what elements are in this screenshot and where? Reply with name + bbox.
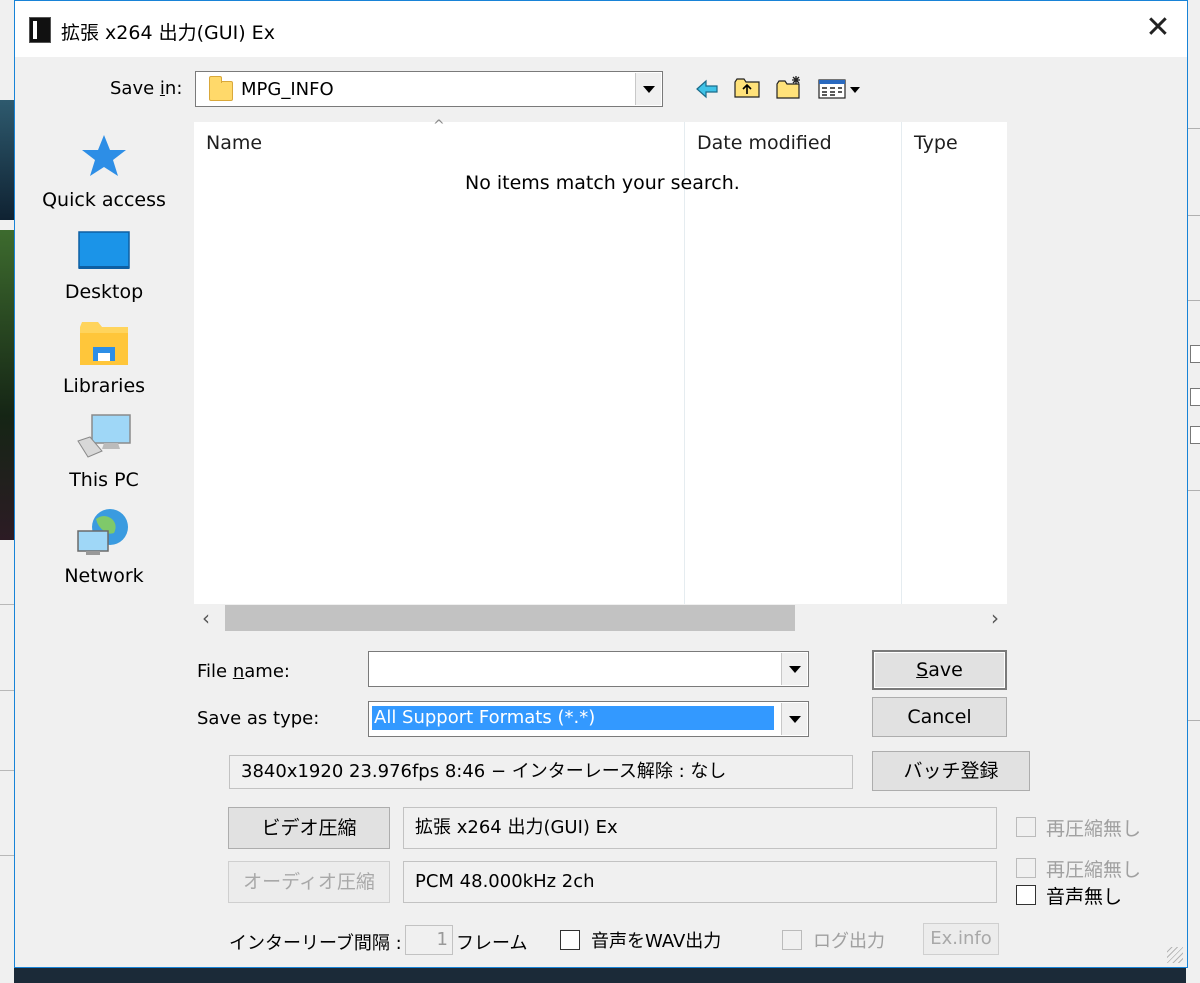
- background-thumbnail: [0, 100, 14, 220]
- up-folder-icon[interactable]: [733, 75, 761, 99]
- place-desktop[interactable]: Desktop: [39, 229, 169, 303]
- place-network[interactable]: Network: [39, 505, 169, 587]
- scroll-right-icon[interactable]: ›: [991, 606, 999, 630]
- file-name-input[interactable]: [368, 651, 809, 687]
- audio-no-recompress-checkbox[interactable]: [1016, 858, 1036, 878]
- background-divider: [1188, 490, 1200, 491]
- scrollbar-thumb[interactable]: [225, 605, 795, 631]
- resize-grip[interactable]: [1167, 947, 1183, 963]
- place-label: Network: [64, 565, 144, 587]
- cancel-button[interactable]: Cancel: [872, 697, 1007, 737]
- save-button[interactable]: Save: [872, 650, 1007, 690]
- file-name-label: File name:: [197, 661, 290, 682]
- background-control: [1190, 388, 1200, 406]
- place-label: Desktop: [64, 281, 144, 303]
- scroll-left-icon[interactable]: ‹: [202, 606, 210, 630]
- video-no-recompress-checkbox[interactable]: [1016, 817, 1036, 837]
- column-divider[interactable]: [684, 122, 685, 604]
- computer-icon: [77, 414, 131, 458]
- title-bar[interactable]: 拡張 x264 出力(GUI) Ex ✕: [15, 1, 1187, 57]
- background-divider: [1188, 720, 1200, 721]
- horizontal-scrollbar[interactable]: ‹ ›: [194, 604, 1007, 632]
- place-label: Quick access: [42, 189, 166, 211]
- place-this-pc[interactable]: This PC: [39, 411, 169, 491]
- background-divider: [0, 604, 14, 605]
- save-in-dropdown[interactable]: MPG_INFO: [195, 71, 663, 107]
- save-in-label: Save in:: [110, 78, 183, 99]
- save-as-type-label: Save as type:: [197, 708, 320, 729]
- view-menu-icon[interactable]: [817, 77, 865, 101]
- save-as-type-value: All Support Formats (*.*): [372, 706, 774, 730]
- audio-codec-field: PCM 48.000kHz 2ch: [403, 861, 997, 903]
- background-app-right-edge: [1186, 0, 1200, 983]
- wav-output-label: 音声をWAV出力: [591, 931, 722, 952]
- column-header-name[interactable]: Name: [206, 132, 262, 154]
- sort-ascending-icon: ^: [433, 118, 445, 134]
- background-control: [1190, 426, 1200, 444]
- background-thumbnail: [0, 230, 14, 540]
- save-as-type-dropdown[interactable]: All Support Formats (*.*): [368, 701, 809, 737]
- place-quick-access[interactable]: Quick access: [39, 131, 169, 211]
- no-audio-label: 音声無し: [1046, 886, 1123, 908]
- video-no-recompress-label: 再圧縮無し: [1046, 818, 1142, 840]
- log-output-checkbox[interactable]: [782, 930, 802, 950]
- interleave-input[interactable]: 1: [405, 925, 453, 955]
- background-control: [1190, 345, 1200, 363]
- window-title: 拡張 x264 出力(GUI) Ex: [61, 22, 275, 44]
- column-divider[interactable]: [901, 122, 902, 604]
- star-icon: [82, 135, 126, 176]
- video-codec-field: 拡張 x264 出力(GUI) Ex: [403, 807, 997, 849]
- interleave-unit-label: フレーム: [456, 933, 528, 954]
- save-dialog: 拡張 x264 出力(GUI) Ex ✕ Save in: MPG_INFO Q…: [14, 0, 1188, 968]
- place-label: This PC: [69, 469, 139, 491]
- audio-compress-button[interactable]: オーディオ圧縮: [228, 861, 390, 903]
- background-divider: [1188, 215, 1200, 216]
- save-in-value: MPG_INFO: [241, 79, 334, 100]
- back-arrow-icon[interactable]: [693, 77, 721, 101]
- interleave-label: インターリーブ間隔 :: [229, 933, 402, 954]
- column-header-date-modified[interactable]: Date modified: [697, 132, 832, 154]
- batch-register-button[interactable]: バッチ登録: [872, 751, 1030, 791]
- audio-no-recompress-label: 再圧縮無し: [1046, 859, 1142, 881]
- log-output-label: ログ出力: [813, 931, 885, 952]
- place-label: Libraries: [62, 375, 146, 397]
- chevron-down-icon[interactable]: [781, 653, 807, 685]
- wav-output-checkbox[interactable]: [560, 930, 580, 950]
- video-compress-button[interactable]: ビデオ圧縮: [228, 807, 390, 849]
- background-app-left-edge: [0, 0, 14, 983]
- empty-list-message: No items match your search.: [465, 172, 740, 194]
- libraries-icon: [80, 322, 128, 365]
- app-icon: [29, 17, 51, 43]
- folder-icon: [209, 76, 233, 101]
- background-divider: [0, 690, 14, 691]
- background-divider: [0, 770, 14, 771]
- ex-info-button[interactable]: Ex.info: [923, 923, 999, 955]
- no-audio-checkbox[interactable]: [1016, 885, 1036, 905]
- chevron-down-icon[interactable]: [635, 73, 661, 105]
- network-icon: [77, 509, 128, 555]
- background-divider: [0, 855, 14, 856]
- column-header-type[interactable]: Type: [914, 132, 958, 154]
- chevron-down-icon[interactable]: [781, 703, 807, 735]
- video-info-field: 3840x1920 23.976fps 8:46 − インターレース解除 : な…: [229, 755, 853, 789]
- file-list[interactable]: ^ Name Date modified Type No items match…: [194, 118, 1007, 604]
- desktop-icon: [78, 231, 130, 269]
- close-button[interactable]: ✕: [1129, 1, 1187, 57]
- background-divider: [1188, 128, 1200, 129]
- place-libraries[interactable]: Libraries: [39, 319, 169, 397]
- background-divider: [1188, 300, 1200, 301]
- new-folder-icon[interactable]: [775, 75, 803, 99]
